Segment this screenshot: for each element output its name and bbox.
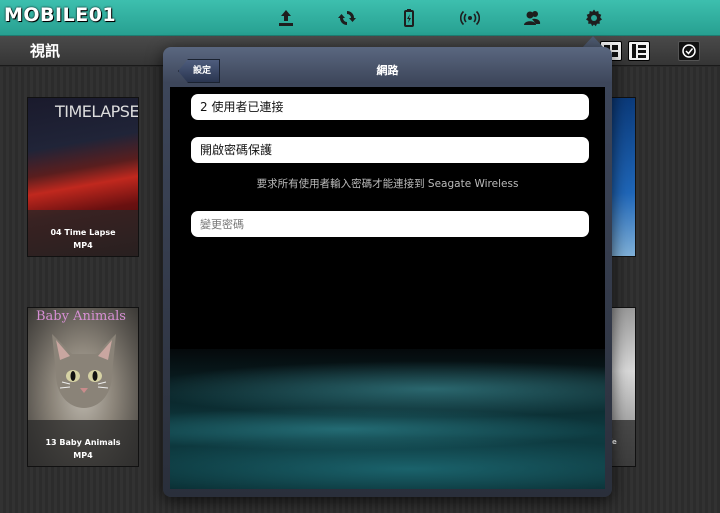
sync-icon[interactable] <box>335 6 359 30</box>
users-icon[interactable] <box>520 6 544 30</box>
media-tile-baby-animals[interactable]: Baby Animals 13 Baby Animals MP4 <box>27 307 139 467</box>
popover-title: 網路 <box>376 64 399 77</box>
wave-background <box>170 349 605 489</box>
section-title: 視訊 <box>30 42 61 60</box>
tile-artwork-text: TIMELAPSE <box>55 102 139 121</box>
password-hint: 要求所有使用者輸入密碼才能連接到 Seagate Wireless <box>256 178 519 190</box>
list-view-icon[interactable] <box>628 41 650 61</box>
password-protection-row[interactable]: 開啟密碼保護 <box>191 137 589 163</box>
change-password-input[interactable] <box>191 211 589 237</box>
tile-name: 04 Time Lapse <box>50 228 116 237</box>
tile-caption: 04 Time Lapse MP4 <box>28 210 138 256</box>
kitten-image <box>52 334 116 408</box>
upload-icon[interactable] <box>274 6 298 30</box>
tile-artwork-text: Baby Animals <box>36 309 126 324</box>
network-settings-popover: 設定 網路 2 使用者已連接 開啟密碼保護 要求所有使用者輸入密碼才能連接到 S… <box>163 47 612 497</box>
tile-format: MP4 <box>73 241 93 250</box>
media-tile-time-lapse[interactable]: TIMELAPSE 04 Time Lapse MP4 <box>27 97 139 257</box>
select-icon[interactable] <box>678 41 700 61</box>
connected-users-label: 2 使用者已連接 <box>200 100 284 114</box>
popover-header: 設定 網路 <box>170 47 605 87</box>
tile-format: MP4 <box>73 451 93 460</box>
tile-name: 13 Baby Animals <box>45 438 121 447</box>
password-protection-label: 開啟密碼保護 <box>200 143 273 157</box>
tile-name: fe <box>609 438 617 446</box>
connected-users-row[interactable]: 2 使用者已連接 <box>191 94 589 120</box>
tile-caption: 13 Baby Animals MP4 <box>28 420 138 466</box>
app-logo: MOBILE01 <box>4 4 117 26</box>
gear-icon[interactable] <box>582 6 606 30</box>
popover-body: 2 使用者已連接 開啟密碼保護 要求所有使用者輸入密碼才能連接到 Seagate… <box>170 87 605 489</box>
battery-icon[interactable] <box>397 6 421 30</box>
top-toolbar: MOBILE01 <box>0 0 720 36</box>
wireless-icon[interactable] <box>458 6 482 30</box>
